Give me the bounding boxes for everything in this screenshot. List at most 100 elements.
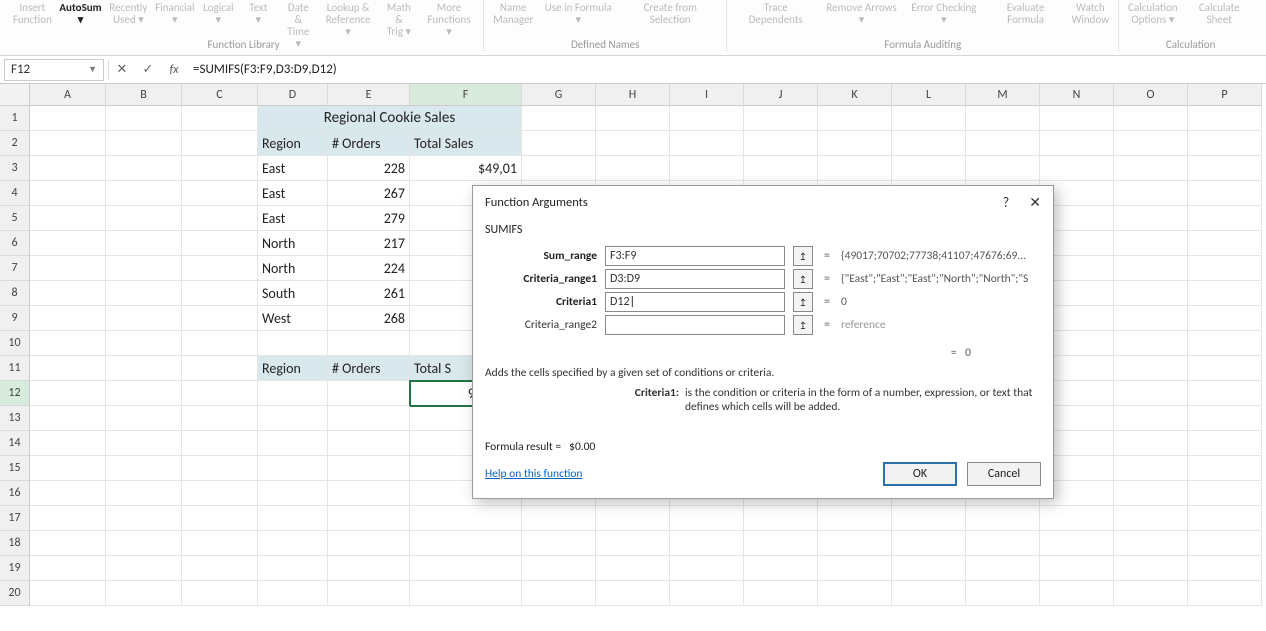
cell[interactable] [30,556,106,581]
range-picker-icon[interactable]: ↥ [793,269,813,289]
cell[interactable] [1114,331,1188,356]
cancel-entry-icon[interactable]: ✕ [109,59,135,81]
cell[interactable] [1040,131,1114,156]
cell[interactable] [106,456,182,481]
cell[interactable] [1188,256,1262,281]
cell[interactable] [670,131,744,156]
cell[interactable] [1188,406,1262,431]
cell[interactable] [258,581,328,606]
cell[interactable] [30,406,106,431]
ribbon-button[interactable]: Trace Dependents [733,0,818,28]
cell[interactable] [328,331,410,356]
cell[interactable] [1114,556,1188,581]
cell[interactable] [1040,556,1114,581]
cell[interactable] [30,206,106,231]
cell[interactable] [182,256,258,281]
argument-input[interactable]: D12| [605,292,785,312]
cell[interactable] [410,531,522,556]
cell[interactable] [966,581,1040,606]
dialog-titlebar[interactable]: Function Arguments ? ✕ [473,186,1053,219]
row-header[interactable]: 16 [0,481,30,506]
cell[interactable] [522,556,596,581]
cell[interactable] [106,106,182,131]
cell[interactable] [106,181,182,206]
cell[interactable]: East [258,181,328,206]
cell[interactable] [744,581,818,606]
row-header[interactable]: 9 [0,306,30,331]
help-icon[interactable]: ? [1003,194,1010,211]
row-header[interactable]: 19 [0,556,30,581]
cell[interactable]: $49,01 [410,156,522,181]
cell[interactable] [1114,281,1188,306]
cell[interactable] [744,131,818,156]
cell[interactable] [1040,531,1114,556]
cell[interactable] [410,506,522,531]
cell[interactable] [182,381,258,406]
ribbon-button[interactable]: Watch Window [1068,0,1112,28]
cell[interactable] [966,106,1040,131]
cell[interactable] [670,106,744,131]
cell[interactable] [182,481,258,506]
ribbon-button[interactable]: More Functions ▾ [421,0,477,40]
cell[interactable]: Region [258,131,328,156]
fx-icon[interactable]: fx [161,63,187,77]
cell[interactable] [328,481,410,506]
cell[interactable] [1114,531,1188,556]
cell[interactable] [30,431,106,456]
cell[interactable] [258,481,328,506]
column-header[interactable]: I [670,84,744,106]
ribbon-button[interactable]: Insert Function [10,0,55,28]
argument-input[interactable]: F3:F9 [605,246,785,266]
cell[interactable] [182,106,258,131]
cell[interactable] [106,206,182,231]
cell[interactable] [328,531,410,556]
cell[interactable] [106,556,182,581]
range-picker-icon[interactable]: ↥ [793,292,813,312]
range-picker-icon[interactable]: ↥ [793,315,813,335]
cell[interactable] [892,156,966,181]
cell[interactable] [892,531,966,556]
column-header[interactable]: G [522,84,596,106]
cell[interactable] [670,581,744,606]
cell[interactable]: 268 [328,306,410,331]
ribbon-button[interactable]: Use in Formula ▾ [538,0,618,28]
row-header[interactable]: 10 [0,331,30,356]
cell[interactable] [182,356,258,381]
close-icon[interactable]: ✕ [1029,194,1041,211]
cell[interactable] [1114,481,1188,506]
cell[interactable] [258,531,328,556]
accept-entry-icon[interactable]: ✓ [135,59,161,81]
cell[interactable] [30,506,106,531]
cell[interactable] [182,231,258,256]
cell[interactable] [818,506,892,531]
name-box[interactable]: F12 ▼ [4,59,104,81]
range-picker-icon[interactable]: ↥ [793,246,813,266]
ribbon-button[interactable]: Create from Selection [620,0,720,28]
cell[interactable] [258,506,328,531]
cell[interactable] [1188,331,1262,356]
cell[interactable] [892,131,966,156]
cell[interactable] [30,306,106,331]
cell[interactable] [106,406,182,431]
row-header[interactable]: 3 [0,156,30,181]
row-header[interactable]: 2 [0,131,30,156]
ribbon-button[interactable]: AutoSum ▾ [57,0,105,28]
column-header[interactable]: O [1114,84,1188,106]
cell[interactable]: East [258,206,328,231]
cell[interactable]: West [258,306,328,331]
ribbon-button[interactable]: Logical ▾ [199,0,237,28]
cell[interactable] [670,531,744,556]
cell[interactable] [106,331,182,356]
formula-input[interactable]: =SUMIFS(F3:F9,D3:D9,D12) [187,59,1266,81]
select-all-corner[interactable] [0,84,30,106]
cell[interactable] [410,556,522,581]
cell[interactable] [30,281,106,306]
cell[interactable] [30,256,106,281]
cell[interactable] [182,181,258,206]
cell[interactable] [892,581,966,606]
ribbon-button[interactable]: Date & Time ▾ [279,0,317,52]
cell[interactable]: South [258,281,328,306]
cell[interactable] [744,531,818,556]
cell[interactable] [966,156,1040,181]
cell[interactable] [1188,131,1262,156]
